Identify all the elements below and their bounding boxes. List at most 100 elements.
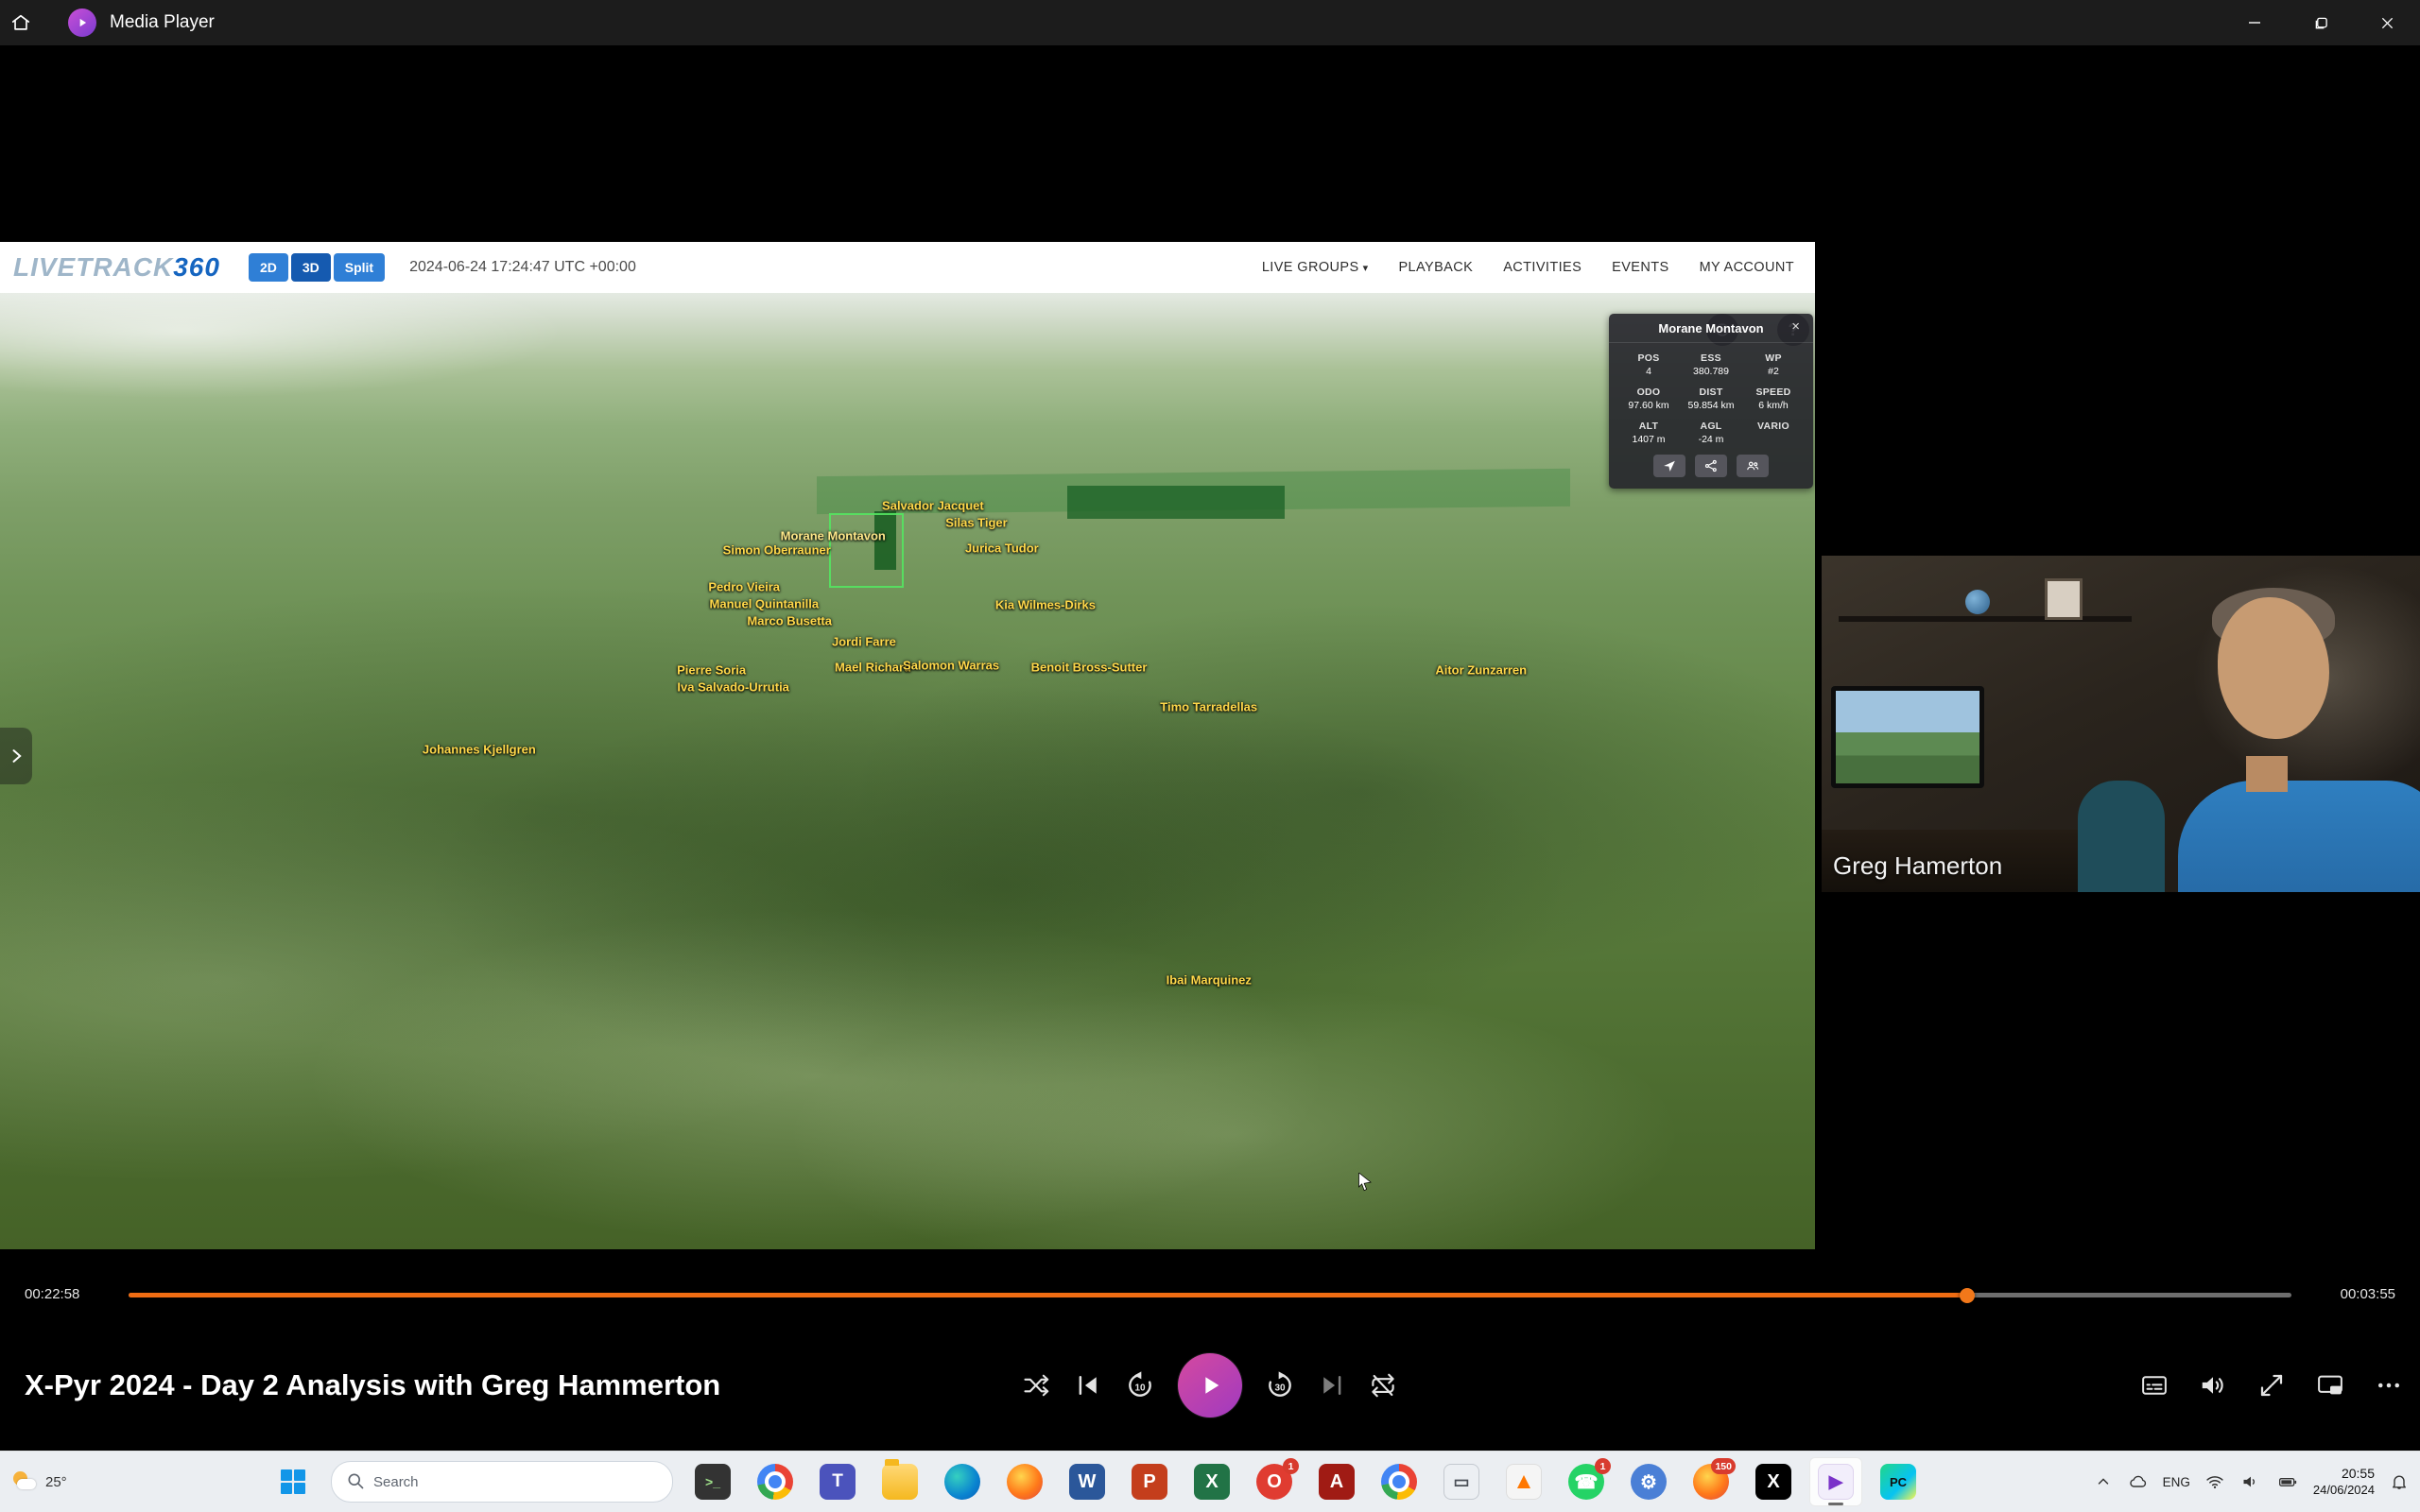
fullscreen-button[interactable] [2257, 1371, 2286, 1400]
pilot-label[interactable]: Ibai Marquinez [1167, 972, 1252, 987]
tray-overflow-button[interactable] [2093, 1471, 2114, 1492]
rewind-10-icon: 10 [1125, 1370, 1155, 1400]
panel-close-button[interactable]: × [1786, 318, 1806, 335]
subtitles-icon [2140, 1371, 2169, 1400]
view-split-button[interactable]: Split [334, 253, 385, 282]
nav-activities[interactable]: ACTIVITIES [1503, 260, 1582, 275]
map[interactable]: ? Morane Montavon × POS4 ESS380.789 WP#2… [0, 293, 1815, 1249]
mini-player-button[interactable] [2316, 1371, 2344, 1400]
nav-my-account[interactable]: MY ACCOUNT [1700, 260, 1794, 275]
pilot-label[interactable]: Jordi Farre [832, 635, 896, 649]
expand-sidebar-button[interactable] [0, 728, 32, 784]
app-icon-terminal[interactable]: >_ [686, 1457, 739, 1506]
notifications-button[interactable] [2388, 1470, 2411, 1493]
nav-live-groups-label: LIVE GROUPS [1262, 260, 1359, 275]
chair-jacket [2078, 781, 2165, 892]
more-options-button[interactable] [2375, 1371, 2403, 1400]
app-icon-settings[interactable]: ⚙ [1622, 1457, 1675, 1506]
pilot-label[interactable]: Iva Salvado-Urrutia [677, 679, 789, 694]
volume-button[interactable] [2199, 1371, 2227, 1400]
view-2d-button[interactable]: 2D [249, 253, 288, 282]
weather-widget[interactable]: 25° [11, 1452, 67, 1512]
app-icon-edge[interactable] [936, 1457, 989, 1506]
video-stage[interactable]: LIVETRACK360 2D 3D Split 2024-06-24 17:2… [0, 45, 2420, 1278]
pilot-label[interactable]: Salomon Warras [903, 658, 999, 672]
app-icon-chrome[interactable] [749, 1457, 802, 1506]
magnifier-icon [346, 1471, 365, 1490]
app-icon-screen-cast[interactable]: ▭ [1435, 1457, 1488, 1506]
clock[interactable]: 20:55 24/06/2024 [2313, 1466, 2375, 1498]
wifi-button[interactable] [2204, 1470, 2226, 1493]
pilot-label[interactable]: Kia Wilmes-Dirks [995, 597, 1096, 611]
minimize-button[interactable] [2221, 0, 2288, 45]
app-icon-file-explorer[interactable] [873, 1457, 926, 1506]
app-icon-teams[interactable]: T [811, 1457, 864, 1506]
share-track-button[interactable] [1695, 455, 1727, 477]
close-button[interactable] [2354, 0, 2420, 45]
nav-playback[interactable]: PLAYBACK [1398, 260, 1473, 275]
app-icon-word[interactable]: W [1061, 1457, 1114, 1506]
app-icon-media-player[interactable]: ▶ [1809, 1457, 1862, 1506]
app-icon-firefox[interactable] [998, 1457, 1051, 1506]
rewind-10-button[interactable]: 10 [1125, 1370, 1155, 1400]
pilot-label[interactable]: Silas Tiger [945, 515, 1008, 529]
battery-button[interactable] [2275, 1470, 2300, 1493]
app-icon-pycharm[interactable]: PC [1872, 1457, 1925, 1506]
stat-wp: WP#2 [1745, 352, 1802, 377]
skip-next-icon [1318, 1371, 1346, 1400]
app-icon-browser-orange[interactable]: 150 [1685, 1457, 1737, 1506]
play-button[interactable] [1178, 1353, 1242, 1418]
app-icon-acrobat[interactable]: A [1310, 1457, 1363, 1506]
pilot-label[interactable]: Morane Montavon [781, 529, 886, 543]
app-icon-chrome-profile[interactable] [1373, 1457, 1426, 1506]
pilot-label[interactable]: Jurica Tudor [965, 541, 1039, 556]
pilot-label[interactable]: Johannes Kjellgren [423, 742, 536, 756]
pilot-label[interactable]: Benoit Bross-Sutter [1031, 660, 1148, 674]
repeat-off-button[interactable] [1369, 1371, 1397, 1400]
previous-button[interactable] [1074, 1371, 1102, 1400]
forward-30-icon: 30 [1265, 1370, 1295, 1400]
pilot-label[interactable]: Aitor Zunzarren [1435, 662, 1527, 677]
pilot-label[interactable]: Manuel Quintanilla [710, 596, 820, 610]
app-icon-whatsapp[interactable]: ☎1 [1560, 1457, 1613, 1506]
pilot-label[interactable]: Salvador Jacquet [882, 498, 984, 512]
app-icon-powerpoint[interactable]: P [1123, 1457, 1176, 1506]
terrain-shading [0, 293, 1815, 1249]
video-title: X-Pyr 2024 - Day 2 Analysis with Greg Ha… [25, 1368, 720, 1402]
nav-events[interactable]: EVENTS [1612, 260, 1668, 275]
stat-pos: POS4 [1620, 352, 1677, 377]
pilot-label[interactable]: Pedro Vieira [708, 579, 780, 593]
pilot-label[interactable]: Mael Richard [835, 660, 911, 674]
search-box [331, 1461, 673, 1503]
start-button[interactable] [268, 1457, 318, 1506]
titlebar: Media Player [0, 0, 2420, 45]
pilot-label[interactable]: Simon Oberrauner [723, 543, 831, 558]
app-icon-vlc[interactable]: ▲ [1497, 1457, 1550, 1506]
home-icon [10, 12, 31, 33]
taskbar-apps: >_TWPXO1A▭▲☎1⚙150X▶PC [686, 1457, 1925, 1506]
maximize-button[interactable] [2288, 0, 2354, 45]
pilot-label[interactable]: Pierre Soria [677, 662, 746, 677]
onedrive-button[interactable] [2127, 1470, 2150, 1493]
follow-pilot-button[interactable] [1653, 455, 1685, 477]
search-input[interactable] [331, 1461, 673, 1503]
view-3d-button[interactable]: 3D [291, 253, 331, 282]
nav-live-groups[interactable]: LIVE GROUPS▾ [1262, 260, 1369, 275]
forward-30-button[interactable]: 30 [1265, 1370, 1295, 1400]
volume-tray-button[interactable] [2239, 1470, 2262, 1493]
group-button[interactable] [1737, 455, 1769, 477]
app-icon-x-app[interactable]: X [1747, 1457, 1800, 1506]
navigation-arrow-icon [1663, 459, 1676, 472]
home-button[interactable] [0, 0, 42, 45]
seek-handle[interactable] [1960, 1288, 1975, 1303]
app-icon-excel[interactable]: X [1185, 1457, 1238, 1506]
language-indicator[interactable]: ENG [2163, 1475, 2190, 1489]
pilot-label[interactable]: Marco Busetta [747, 614, 832, 628]
shuffle-button[interactable] [1023, 1371, 1051, 1400]
subtitles-button[interactable] [2140, 1371, 2169, 1400]
pilot-label[interactable]: Timo Tarradellas [1160, 700, 1257, 714]
notification-badge: 1 [1595, 1458, 1611, 1474]
next-button[interactable] [1318, 1371, 1346, 1400]
seek-bar[interactable] [129, 1293, 2291, 1297]
app-icon-opera[interactable]: O1 [1248, 1457, 1301, 1506]
